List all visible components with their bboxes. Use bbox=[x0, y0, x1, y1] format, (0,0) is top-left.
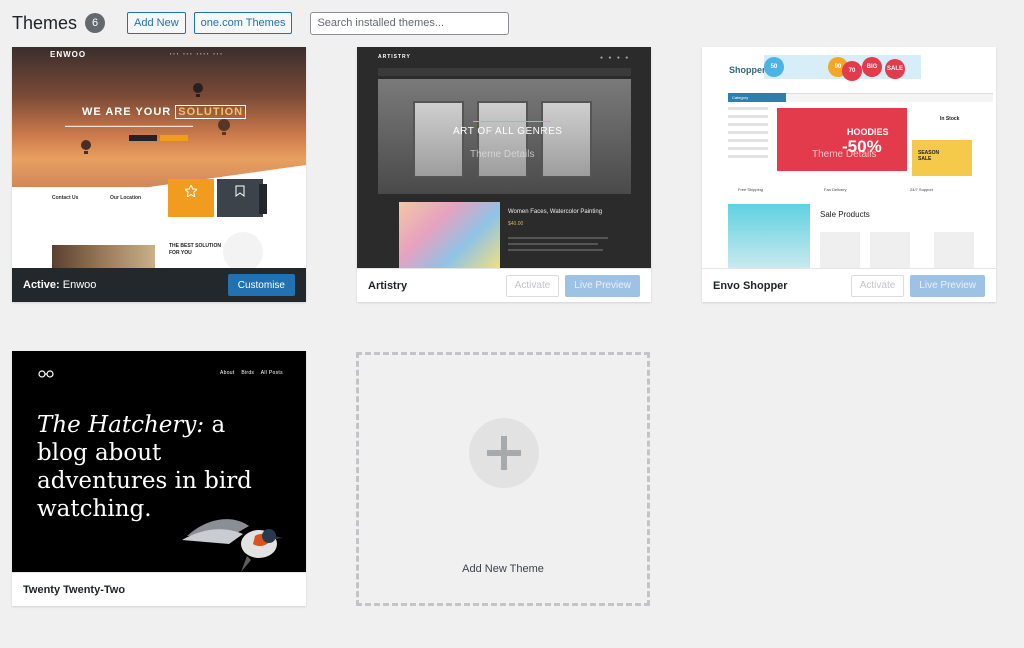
artistry-product-price: $40.00 bbox=[508, 221, 524, 227]
envo-badge: SALE bbox=[885, 59, 905, 79]
theme-card-artistry[interactable]: ARTISTRY ● ● ● ● ART OF ALL GENRES Theme… bbox=[357, 47, 651, 302]
enwoo-section-image bbox=[52, 245, 155, 268]
theme-bar-envo-shopper: Envo Shopper Activate Live Preview bbox=[702, 268, 996, 302]
envo-hoodies-label: HOODIES bbox=[847, 127, 889, 137]
live-preview-button[interactable]: Live Preview bbox=[565, 274, 640, 297]
theme-bar-artistry: Artistry Activate Live Preview bbox=[357, 268, 651, 302]
theme-details-overlay[interactable]: Theme Details bbox=[812, 149, 876, 160]
theme-bar-enwoo: Active: Enwoo Customise bbox=[12, 268, 306, 302]
envo-season-sale: SEASON SALE bbox=[912, 140, 972, 176]
activate-button[interactable]: Activate bbox=[505, 274, 560, 297]
theme-details-overlay[interactable]: Theme Details bbox=[470, 149, 534, 160]
theme-name-artistry: Artistry bbox=[368, 279, 408, 292]
enwoo-side-tab bbox=[259, 184, 267, 214]
artistry-logo: ARTISTRY bbox=[378, 54, 411, 60]
tt-nav-birds: Birds bbox=[241, 370, 255, 376]
artistry-text-line bbox=[508, 237, 608, 239]
envo-in-stock: In Stock bbox=[912, 108, 972, 136]
artistry-portrait-image bbox=[399, 202, 500, 268]
enwoo-hero-button bbox=[160, 135, 188, 141]
page-header: Themes 6 Add New one.com Themes bbox=[12, 11, 510, 35]
art-frame bbox=[477, 101, 528, 178]
envo-feature-delivery: Fan Delivery bbox=[824, 187, 847, 192]
live-preview-button[interactable]: Live Preview bbox=[910, 274, 985, 297]
customise-button[interactable]: Customise bbox=[227, 274, 295, 296]
envo-badge: 50 bbox=[764, 57, 784, 77]
page-title: Themes bbox=[12, 12, 78, 33]
binoculars-icon bbox=[38, 370, 54, 378]
enwoo-logo: ENWOO bbox=[50, 50, 87, 59]
envo-product-thumb bbox=[870, 232, 910, 268]
envo-feature-shipping: Free Shipping bbox=[738, 187, 763, 192]
envo-badge: BIG bbox=[862, 57, 882, 77]
add-new-theme-label[interactable]: Add New Theme bbox=[359, 563, 647, 575]
theme-screenshot-envo-shopper[interactable]: Shopper 90 70 50 BIG SALE Category HOODI… bbox=[702, 47, 996, 268]
hot-air-balloon-icon bbox=[81, 140, 91, 154]
envo-badge: 70 bbox=[842, 61, 862, 81]
enwoo-feature-box bbox=[217, 179, 263, 217]
theme-name-enwoo: Active: Enwoo bbox=[23, 279, 97, 291]
envo-category-menu: Category bbox=[728, 93, 786, 102]
envo-sidebar bbox=[728, 107, 778, 177]
theme-card-twenty-twenty-two[interactable]: About Birds All Posts The Hatchery: a bl… bbox=[12, 351, 306, 606]
tt-nav-all-posts: All Posts bbox=[260, 370, 283, 376]
theme-screenshot-twenty-twenty-two[interactable]: About Birds All Posts The Hatchery: a bl… bbox=[12, 351, 306, 572]
artistry-hero-title: ART OF ALL GENRES bbox=[453, 126, 563, 137]
envo-model-image bbox=[728, 204, 810, 268]
theme-count-badge: 6 bbox=[85, 13, 106, 33]
bookmark-icon bbox=[235, 185, 245, 197]
enwoo-headline: WE ARE YOUR SOLUTION bbox=[82, 105, 247, 119]
art-frame bbox=[413, 101, 464, 178]
enwoo-subtext: ▬▬▬▬▬▬▬▬▬▬▬▬▬▬▬▬▬▬▬▬▬▬▬▬▬▬▬▬▬▬▬▬ bbox=[65, 123, 193, 128]
search-themes-input[interactable] bbox=[310, 11, 510, 35]
artistry-social-icons: ● ● ● ● bbox=[600, 55, 631, 61]
tt-nav-about: About bbox=[220, 370, 235, 376]
theme-card-envo-shopper[interactable]: Shopper 90 70 50 BIG SALE Category HOODI… bbox=[702, 47, 996, 302]
hot-air-balloon-icon bbox=[193, 83, 203, 97]
theme-name-twenty-twenty-two: Twenty Twenty-Two bbox=[23, 583, 126, 596]
tt-nav: About Birds All Posts bbox=[220, 370, 283, 376]
theme-screenshot-enwoo[interactable]: ENWOO ▪▪▪ ▪▪▪ ▪▪▪▪ ▪▪▪ WE ARE YOUR SOLUT… bbox=[12, 47, 306, 268]
enwoo-about-heading: THE BEST SOLUTION FOR YOU bbox=[169, 243, 221, 256]
bird-illustration-icon bbox=[182, 519, 283, 572]
hot-air-balloon-icon bbox=[218, 119, 230, 135]
artistry-product-title: Women Faces, Watercolor Painting bbox=[508, 209, 603, 215]
envo-product-thumb bbox=[934, 232, 974, 268]
add-new-theme-card[interactable]: Add New Theme bbox=[356, 352, 650, 606]
star-icon bbox=[185, 185, 197, 197]
enwoo-decor-circle bbox=[223, 232, 263, 268]
enwoo-nav: ▪▪▪ ▪▪▪ ▪▪▪▪ ▪▪▪ bbox=[170, 51, 224, 56]
enwoo-location-label: Our Location bbox=[110, 195, 142, 201]
envo-logo: Shopper bbox=[729, 65, 766, 75]
envo-sale-products-title: Sale Products bbox=[820, 210, 870, 219]
art-frame bbox=[541, 101, 592, 178]
envo-feature-support: 24/7 Support bbox=[910, 187, 933, 192]
activate-button[interactable]: Activate bbox=[850, 274, 905, 297]
artistry-text-line bbox=[508, 249, 603, 251]
theme-card-enwoo[interactable]: ENWOO ▪▪▪ ▪▪▪ ▪▪▪▪ ▪▪▪ WE ARE YOUR SOLUT… bbox=[12, 47, 306, 302]
envo-product-thumb bbox=[820, 232, 860, 268]
artistry-text-line bbox=[508, 243, 598, 245]
enwoo-hero-button bbox=[129, 135, 157, 141]
plus-icon[interactable] bbox=[469, 418, 539, 488]
artistry-title-underline bbox=[473, 121, 551, 122]
theme-bar-twenty-twenty-two: Twenty Twenty-Two bbox=[12, 572, 306, 606]
onecom-themes-button[interactable]: one.com Themes bbox=[193, 12, 293, 34]
theme-screenshot-artistry[interactable]: ARTISTRY ● ● ● ● ART OF ALL GENRES Theme… bbox=[357, 47, 651, 268]
add-new-button[interactable]: Add New bbox=[127, 12, 186, 34]
artistry-nav bbox=[378, 68, 631, 76]
theme-name-envo-shopper: Envo Shopper bbox=[713, 279, 788, 292]
enwoo-feature-box bbox=[168, 179, 214, 217]
enwoo-contact-label: Contact Us bbox=[52, 195, 79, 201]
